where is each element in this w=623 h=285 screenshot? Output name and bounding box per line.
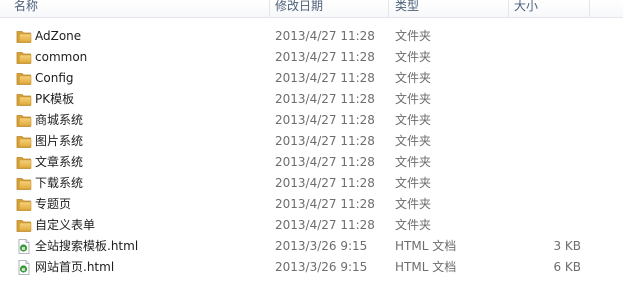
folder-icon [16, 92, 32, 107]
html-file-icon: e [16, 260, 32, 275]
file-type: 文件夹 [395, 92, 432, 106]
column-header-bar: 名称 修改日期 类型 大小 [0, 0, 623, 18]
table-row[interactable]: 专题页 2013/4/27 11:28 文件夹 [0, 194, 623, 215]
folder-icon [16, 71, 32, 86]
file-modified-date: 2013/3/26 9:15 [275, 239, 368, 253]
file-name: 网站首页.html [35, 260, 115, 274]
file-size [513, 173, 581, 194]
folder-icon [16, 29, 32, 44]
file-modified-date: 2013/4/27 11:28 [275, 29, 375, 43]
file-modified-date: 2013/4/27 11:28 [275, 218, 375, 232]
table-row[interactable]: common 2013/4/27 11:28 文件夹 [0, 47, 623, 68]
file-type: 文件夹 [395, 197, 432, 211]
file-modified-date: 2013/4/27 11:28 [275, 92, 375, 106]
folder-icon [16, 50, 32, 65]
file-type: HTML 文档 [395, 260, 457, 274]
file-name: Config [35, 71, 74, 85]
file-size [513, 131, 581, 152]
file-name: 图片系统 [35, 134, 84, 148]
file-size [513, 194, 581, 215]
file-name: 自定义表单 [35, 218, 96, 232]
column-divider[interactable] [508, 0, 509, 17]
file-name: AdZone [35, 29, 82, 43]
file-type: 文件夹 [395, 113, 432, 127]
table-row[interactable]: PK模板 2013/4/27 11:28 文件夹 [0, 89, 623, 110]
table-row[interactable]: 商城系统 2013/4/27 11:28 文件夹 [0, 110, 623, 131]
column-divider[interactable] [269, 0, 270, 17]
table-row[interactable]: 下载系统 2013/4/27 11:28 文件夹 [0, 173, 623, 194]
column-header-name[interactable]: 名称 [14, 0, 264, 17]
table-row[interactable]: AdZone 2013/4/27 11:28 文件夹 [0, 26, 623, 47]
file-name: 全站搜索模板.html [35, 239, 139, 253]
file-name: PK模板 [35, 92, 75, 106]
file-name: 文章系统 [35, 155, 84, 169]
table-row[interactable]: 文章系统 2013/4/27 11:28 文件夹 [0, 152, 623, 173]
file-type: 文件夹 [395, 155, 432, 169]
file-name: 专题页 [35, 197, 72, 211]
column-header-size[interactable]: 大小 [514, 0, 586, 17]
table-row[interactable]: Config 2013/4/27 11:28 文件夹 [0, 68, 623, 89]
file-size: 6 KB [553, 260, 581, 274]
file-name: 下载系统 [35, 176, 84, 190]
folder-icon [16, 155, 32, 170]
column-divider[interactable] [388, 0, 389, 17]
folder-icon [16, 176, 32, 191]
column-header-type[interactable]: 类型 [395, 0, 503, 17]
file-modified-date: 2013/4/27 11:28 [275, 113, 375, 127]
file-type: 文件夹 [395, 71, 432, 85]
file-modified-date: 2013/4/27 11:28 [275, 134, 375, 148]
file-size [513, 26, 581, 47]
file-type: 文件夹 [395, 218, 432, 232]
file-modified-date: 2013/3/26 9:15 [275, 260, 368, 274]
file-list: AdZone 2013/4/27 11:28 文件夹 common 2013/4/27 … [0, 26, 623, 278]
svg-text:e: e [22, 267, 26, 273]
table-row[interactable]: e 网站首页.html 2013/3/26 9:15 HTML 文档 6 KB [0, 257, 623, 278]
file-type: 文件夹 [395, 50, 432, 64]
file-size [513, 68, 581, 89]
table-row[interactable]: 自定义表单 2013/4/27 11:28 文件夹 [0, 215, 623, 236]
file-size [513, 47, 581, 68]
file-modified-date: 2013/4/27 11:28 [275, 50, 375, 64]
file-modified-date: 2013/4/27 11:28 [275, 176, 375, 190]
file-name: 商城系统 [35, 113, 84, 127]
file-type: 文件夹 [395, 29, 432, 43]
svg-text:e: e [22, 246, 26, 252]
folder-icon [16, 218, 32, 233]
file-size: 3 KB [553, 239, 581, 253]
file-modified-date: 2013/4/27 11:28 [275, 197, 375, 211]
file-size [513, 215, 581, 236]
column-divider[interactable] [589, 0, 590, 17]
html-file-icon: e [16, 239, 32, 254]
folder-icon [16, 113, 32, 128]
file-size [513, 152, 581, 173]
table-row[interactable]: e 全站搜索模板.html 2013/3/26 9:15 HTML 文档 3 KB [0, 236, 623, 257]
file-name: common [35, 50, 88, 64]
file-type: 文件夹 [395, 176, 432, 190]
folder-icon [16, 134, 32, 149]
file-size [513, 89, 581, 110]
folder-icon [16, 197, 32, 212]
file-type: 文件夹 [395, 134, 432, 148]
file-modified-date: 2013/4/27 11:28 [275, 71, 375, 85]
column-header-modified[interactable]: 修改日期 [275, 0, 383, 17]
file-size [513, 110, 581, 131]
file-type: HTML 文档 [395, 239, 457, 253]
table-row[interactable]: 图片系统 2013/4/27 11:28 文件夹 [0, 131, 623, 152]
file-modified-date: 2013/4/27 11:28 [275, 155, 375, 169]
